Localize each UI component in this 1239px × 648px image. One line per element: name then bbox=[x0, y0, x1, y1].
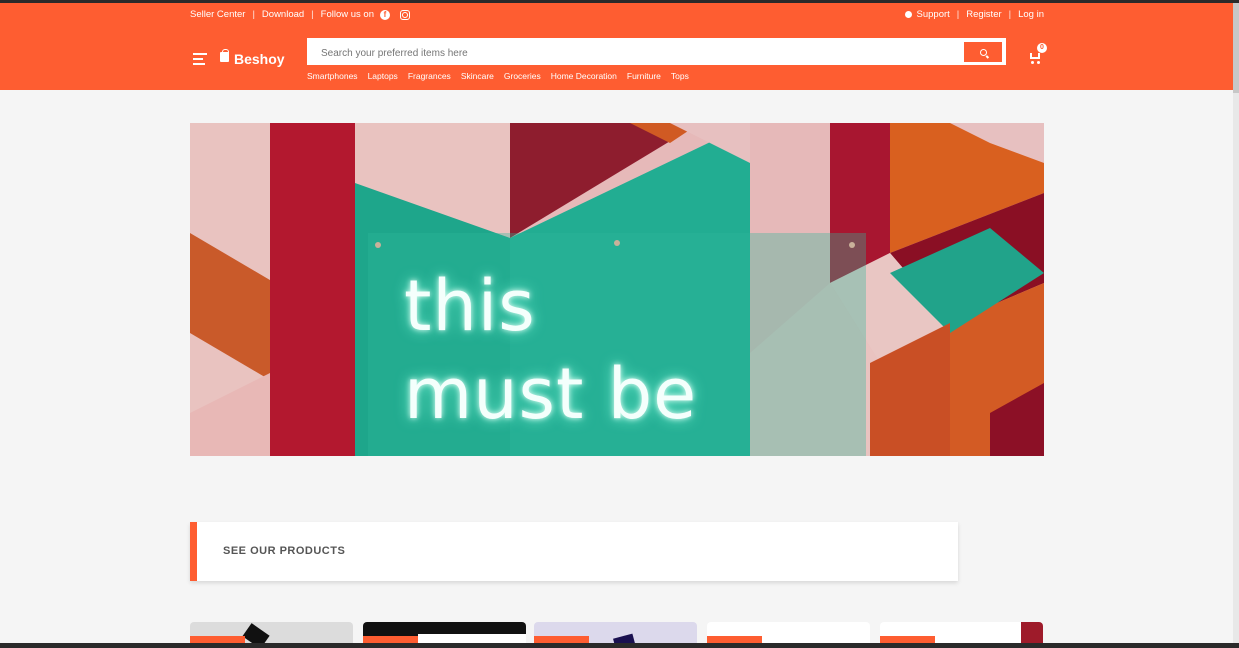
divider: | bbox=[252, 9, 255, 20]
cart-icon[interactable]: 0 bbox=[1028, 43, 1047, 64]
seller-center-link[interactable]: Seller Center bbox=[190, 9, 245, 20]
search-input[interactable] bbox=[321, 44, 941, 62]
download-link[interactable]: Download bbox=[262, 9, 304, 20]
top-links: Seller Center | Download | Follow us on … bbox=[190, 9, 410, 20]
products-section-header: SEE OUR PRODUCTS bbox=[190, 522, 958, 581]
site-header: Seller Center | Download | Follow us on … bbox=[0, 3, 1233, 90]
product-discount-tag bbox=[707, 636, 762, 643]
brand-logo[interactable]: Beshoy bbox=[234, 51, 285, 67]
instagram-icon[interactable] bbox=[399, 9, 410, 20]
shopping-bag-icon bbox=[220, 49, 229, 62]
support-link[interactable]: Support bbox=[917, 9, 950, 20]
window-bottom-edge bbox=[0, 643, 1239, 648]
divider: | bbox=[1008, 9, 1012, 20]
divider: | bbox=[311, 9, 314, 20]
category-nav: Smartphones Laptops Fragrances Skincare … bbox=[307, 71, 699, 81]
product-card[interactable] bbox=[190, 622, 353, 643]
product-card[interactable] bbox=[707, 622, 870, 643]
category-link-skincare[interactable]: Skincare bbox=[461, 71, 494, 81]
product-discount-tag bbox=[190, 636, 245, 643]
product-card[interactable] bbox=[880, 622, 1043, 643]
section-title: SEE OUR PRODUCTS bbox=[223, 545, 346, 557]
follow-us-label: Follow us on bbox=[320, 9, 374, 20]
cart-count-badge: 0 bbox=[1037, 43, 1047, 53]
login-link[interactable]: Log in bbox=[1018, 9, 1044, 20]
scrollbar-track[interactable] bbox=[1233, 3, 1239, 645]
hero-banner[interactable]: this must be bbox=[190, 123, 1044, 456]
search-button[interactable] bbox=[964, 42, 1002, 62]
category-link-groceries[interactable]: Groceries bbox=[504, 71, 541, 81]
hamburger-menu-icon[interactable] bbox=[193, 53, 207, 65]
divider: | bbox=[956, 9, 960, 20]
product-card[interactable] bbox=[534, 622, 697, 643]
neon-sign-line-1: this bbox=[404, 265, 536, 347]
notification-icon[interactable] bbox=[904, 11, 912, 18]
account-links: Support | Register | Log in bbox=[904, 9, 1044, 20]
category-link-home-decoration[interactable]: Home Decoration bbox=[551, 71, 617, 81]
section-accent-bar bbox=[190, 522, 197, 581]
product-discount-tag bbox=[363, 636, 418, 643]
category-link-furniture[interactable]: Furniture bbox=[627, 71, 661, 81]
neon-sign-line-2: must be bbox=[404, 353, 698, 435]
scrollbar-thumb[interactable] bbox=[1233, 3, 1239, 93]
category-link-laptops[interactable]: Laptops bbox=[368, 71, 398, 81]
product-discount-tag bbox=[880, 636, 935, 643]
search-bar bbox=[307, 38, 1006, 65]
register-link[interactable]: Register bbox=[966, 9, 1001, 20]
category-link-fragrances[interactable]: Fragrances bbox=[408, 71, 451, 81]
category-link-smartphones[interactable]: Smartphones bbox=[307, 71, 358, 81]
product-card[interactable] bbox=[363, 622, 526, 643]
category-link-tops[interactable]: Tops bbox=[671, 71, 689, 81]
facebook-icon[interactable]: f bbox=[379, 9, 390, 20]
search-icon bbox=[979, 48, 987, 56]
product-discount-tag bbox=[534, 636, 589, 643]
